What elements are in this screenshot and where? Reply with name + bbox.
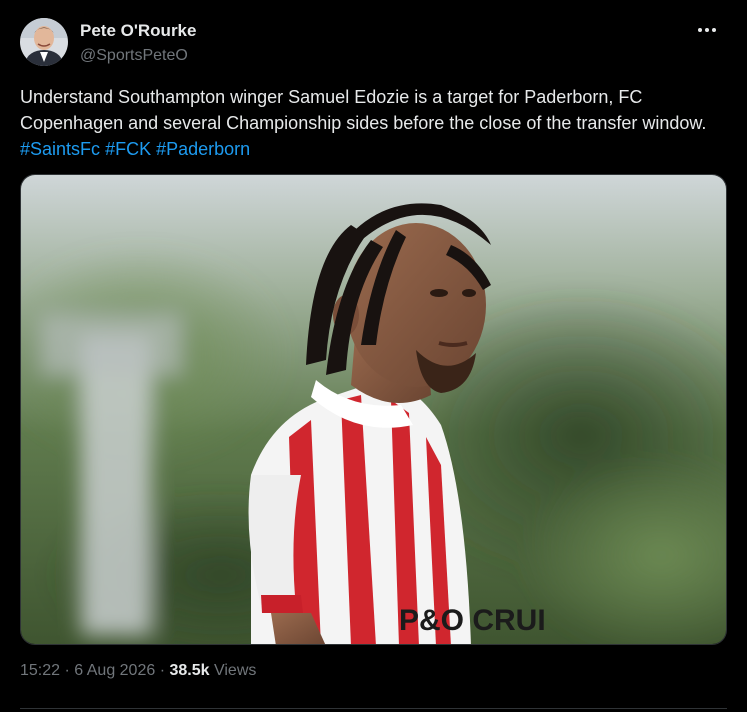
tweet-media-photo[interactable]: P&O CRUI	[20, 174, 727, 645]
avatar[interactable]	[20, 18, 68, 66]
tweet-body: Understand Southampton winger Samuel Edo…	[20, 87, 707, 133]
author-handle[interactable]: @SportsPeteO	[80, 47, 188, 65]
views-label: Views	[213, 662, 257, 679]
hashtag-saintsfc[interactable]: #SaintsFc	[20, 139, 100, 159]
hashtag-fck[interactable]: #FCK	[105, 139, 151, 159]
player-photo: P&O CRUI	[21, 175, 726, 644]
avatar-image	[20, 18, 68, 66]
meta-separator: ·	[64, 662, 70, 679]
meta-separator: ·	[159, 662, 166, 679]
more-options-button[interactable]	[690, 16, 724, 44]
tweet-card: Pete O'Rourke @SportsPeteO Understand So…	[0, 0, 747, 712]
tweet-meta: 15:22 · 6 Aug 2026 · 38.5k Views	[20, 662, 256, 680]
hashtag-paderborn[interactable]: #Paderborn	[156, 139, 250, 159]
tweet-text: Understand Southampton winger Samuel Edo…	[20, 84, 720, 162]
tweet-date[interactable]: 6 Aug 2026	[74, 662, 155, 679]
author-display-name[interactable]: Pete O'Rourke	[80, 21, 196, 41]
divider	[20, 708, 727, 709]
more-horizontal-icon	[698, 28, 716, 32]
shirt-sponsor: P&O CRUI	[399, 604, 546, 637]
views-count: 38.5k	[169, 662, 210, 679]
tweet-time[interactable]: 15:22	[20, 662, 60, 679]
